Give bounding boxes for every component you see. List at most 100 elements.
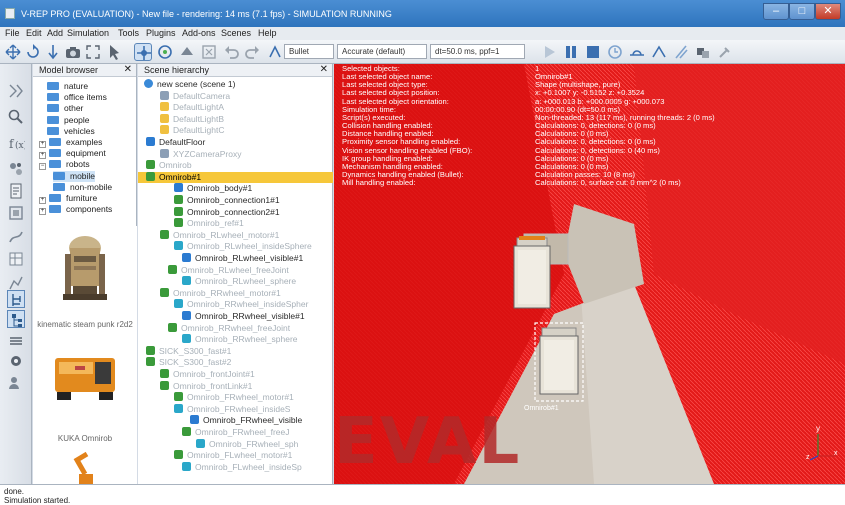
omnirob-top-body[interactable] (509, 236, 555, 316)
scene-object-row[interactable]: Omnirob_RLwheel_sphere (138, 276, 333, 287)
scene-object-row[interactable]: SICK_S300_fast#1 (138, 345, 333, 357)
scene-object-row[interactable]: Omnirob_RLwheel_motor#1 (138, 229, 333, 241)
expander-icon[interactable]: + (39, 208, 46, 216)
menu-file[interactable]: File (5, 28, 20, 38)
scene-object-row[interactable]: Omnirob_RRwheel_freeJoint (138, 322, 333, 334)
scene-object-row[interactable]: DefaultFloor (138, 137, 333, 148)
start-simulation-icon[interactable] (540, 43, 558, 61)
menu-addons[interactable]: Add-ons (182, 28, 216, 38)
scene-hierarchy-close-icon[interactable]: ✕ (320, 64, 328, 75)
expander-icon[interactable]: + (39, 197, 46, 204)
scene-object-row[interactable]: Omnirob_RRwheel_motor#1 (138, 287, 333, 299)
shape-edit-icon[interactable] (7, 204, 25, 222)
physics-engine-select[interactable]: Bullet (284, 44, 334, 59)
model-category-11[interactable]: + components (39, 204, 112, 216)
fit-view-icon[interactable] (84, 43, 102, 61)
menu-add[interactable]: Add (47, 28, 63, 38)
scene-object-row[interactable]: Omnirob_RLwheel_visible#1 (138, 253, 333, 264)
scene-object-row[interactable]: Omnirob_RLwheel_insideSphere (138, 241, 333, 252)
camera-icon[interactable] (64, 43, 82, 61)
model-category-6[interactable]: + equipment (39, 148, 106, 160)
scene-object-row[interactable]: new scene (scene 1) (138, 79, 333, 90)
click-select-icon[interactable] (106, 43, 124, 61)
scripts-icon[interactable] (7, 182, 25, 200)
robot-arm-thumbnail[interactable] (67, 450, 103, 484)
scene-object-row[interactable]: Omnirob_FRwheel_freeJ (138, 427, 333, 438)
path-edit-icon[interactable] (7, 228, 25, 246)
scene-object-row[interactable]: Omnirob_frontLink#1 (138, 380, 333, 392)
model-category-2[interactable]: other (47, 103, 83, 114)
simulation-settings-icon[interactable] (7, 82, 25, 100)
omnirob-selected-body[interactable] (534, 322, 586, 404)
menu-plugins[interactable]: Plugins (146, 28, 176, 38)
kuka-omnirob-thumbnail[interactable] (49, 346, 121, 406)
scene-object-row[interactable]: Omnirob_FRwheel_insideS (138, 403, 333, 415)
redo-icon[interactable] (244, 43, 262, 61)
scene-object-row[interactable]: DefaultLightA (138, 102, 333, 113)
assemble-icon[interactable] (178, 43, 196, 61)
expander-icon[interactable]: + (39, 141, 46, 148)
minimize-button[interactable]: – (763, 3, 789, 20)
menu-scenes[interactable]: Scenes (221, 28, 251, 38)
scene-object-row[interactable]: Omnirob_connection1#1 (138, 195, 333, 206)
scene-object-row[interactable]: Omnirob#1 (138, 171, 333, 183)
scene-object-row[interactable]: Omnirob_RRwheel_visible#1 (138, 311, 333, 322)
pause-simulation-icon[interactable] (562, 43, 580, 61)
realtime-icon[interactable] (606, 43, 624, 61)
object-rotate-icon[interactable] (156, 43, 174, 61)
scene-object-row[interactable]: DefaultLightC (138, 125, 333, 136)
scene-object-row[interactable]: Omnirob_connection2#1 (138, 206, 333, 218)
menu-tools[interactable]: Tools (118, 28, 139, 38)
rotate-camera-icon[interactable] (24, 43, 42, 61)
model-browser-close-icon[interactable]: ✕ (124, 64, 132, 75)
scene-object-row[interactable]: Omnirob_RLwheel_freeJoint (138, 264, 333, 276)
timestep-select[interactable]: dt=50.0 ms, ppf=1 (430, 44, 525, 59)
scene-object-row[interactable]: SICK_S300_fast#2 (138, 357, 333, 368)
model-category-5[interactable]: + examples (39, 137, 102, 148)
layers-stack-icon[interactable] (7, 332, 25, 350)
scene-object-row[interactable]: Omnirob_FLwheel_insideSp (138, 461, 333, 473)
expander-icon[interactable]: + (39, 152, 46, 160)
menu-edit[interactable]: Edit (26, 28, 42, 38)
scene-list-icon[interactable] (694, 43, 712, 61)
scene-object-row[interactable]: Omnirob_FRwheel_sph (138, 438, 333, 450)
shift-camera-icon[interactable] (44, 43, 62, 61)
scene-object-row[interactable]: DefaultLightB (138, 113, 333, 125)
model-category-8[interactable]: mobile (53, 170, 96, 182)
menu-help[interactable]: Help (258, 28, 277, 38)
speed-up-icon[interactable] (650, 43, 668, 61)
thread-rendering-icon[interactable] (672, 43, 690, 61)
object-shift-icon[interactable] (134, 43, 152, 61)
move-camera-icon[interactable] (4, 43, 22, 61)
model-category-10[interactable]: + furniture (39, 193, 97, 204)
scene-object-row[interactable]: Omnirob_FRwheel_motor#1 (138, 392, 333, 403)
undo-icon[interactable] (222, 43, 240, 61)
model-category-3[interactable]: people (47, 115, 90, 126)
scene-object-row[interactable]: DefaultCamera (138, 90, 333, 102)
menu-simulation[interactable]: Simulation (67, 28, 109, 38)
model-category-4[interactable]: vehicles (47, 126, 95, 137)
model-category-9[interactable]: non-mobile (53, 182, 112, 193)
scene-object-row[interactable]: Omnirob_RRwheel_sphere (138, 334, 333, 345)
scene-object-row[interactable]: Omnirob_FLwheel_motor#1 (138, 450, 333, 461)
scene-object-row[interactable]: Omnirob_frontJoint#1 (138, 369, 333, 380)
collections-icon[interactable] (7, 160, 25, 178)
scene-object-row[interactable]: Omnirob_FRwheel_visible (138, 415, 333, 426)
scene-object-row[interactable]: Omnirob (138, 160, 333, 171)
scene-object-row[interactable]: Omnirob_ref#1 (138, 218, 333, 229)
maximize-button[interactable]: □ (789, 3, 815, 20)
slow-down-icon[interactable] (628, 43, 646, 61)
user-settings-icon[interactable] (7, 374, 25, 392)
3d-viewport[interactable]: Omnirob#1 Selected objects: 1 Last selecte… (334, 64, 845, 484)
model-category-0[interactable]: nature (47, 81, 88, 92)
r2d2-thumbnail[interactable] (59, 234, 111, 314)
settings-gear-icon[interactable] (7, 352, 25, 370)
calculation-modules-icon[interactable]: f(x) (7, 134, 27, 152)
close-button[interactable]: ✕ (815, 3, 841, 20)
layers-icon[interactable] (7, 250, 25, 268)
scene-hierarchy-toggle-icon[interactable] (7, 310, 25, 328)
scene-object-row[interactable]: Omnirob_RRwheel_insideSpher (138, 299, 333, 310)
scene-object-row[interactable]: XYZCameraProxy (138, 148, 333, 160)
accuracy-select[interactable]: Accurate (default) (337, 44, 427, 59)
model-category-7[interactable]: − robots (39, 159, 90, 171)
